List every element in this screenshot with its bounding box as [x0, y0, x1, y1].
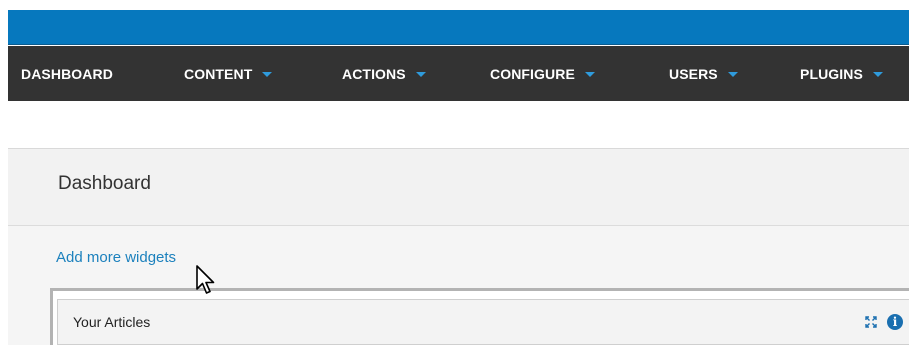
info-icon[interactable]: i: [887, 314, 903, 330]
top-toolbar: [8, 10, 909, 45]
menu-item-label: PLUGINS: [800, 65, 863, 82]
caret-down-icon: [262, 72, 273, 77]
maximise-icon[interactable]: [865, 316, 877, 328]
menu-item-label: ACTIONS: [342, 65, 406, 82]
menu-item-actions[interactable]: ACTIONS: [342, 46, 426, 101]
add-more-widgets-link[interactable]: Add more widgets: [56, 249, 176, 266]
caret-down-icon: [415, 72, 426, 77]
menu-item-plugins[interactable]: PLUGINS: [800, 46, 883, 101]
caret-down-icon: [872, 72, 883, 77]
menu-item-dashboard[interactable]: DASHBOARD: [21, 46, 113, 101]
menu-item-label: CONFIGURE: [490, 65, 575, 82]
page-title: Dashboard: [58, 173, 151, 194]
menu-item-configure[interactable]: CONFIGURE: [490, 46, 595, 101]
menu-item-label: CONTENT: [184, 65, 253, 82]
menu-item-users[interactable]: USERS: [669, 46, 738, 101]
top-strip: [0, 0, 909, 10]
admin-page: DASHBOARD CONTENT ACTIONS CONFIGURE USER…: [0, 0, 909, 345]
widget-header[interactable]: Your Articles i: [57, 299, 909, 345]
caret-down-icon: [584, 72, 595, 77]
menu-item-content[interactable]: CONTENT: [184, 46, 273, 101]
caret-down-icon: [727, 72, 738, 77]
main-menu: DASHBOARD CONTENT ACTIONS CONFIGURE USER…: [8, 46, 909, 101]
widget-title: Your Articles: [73, 314, 151, 330]
widget-controls: i: [865, 314, 903, 330]
menu-item-label: USERS: [669, 65, 718, 82]
menu-item-label: DASHBOARD: [21, 65, 113, 82]
page-header: Dashboard: [8, 149, 909, 226]
